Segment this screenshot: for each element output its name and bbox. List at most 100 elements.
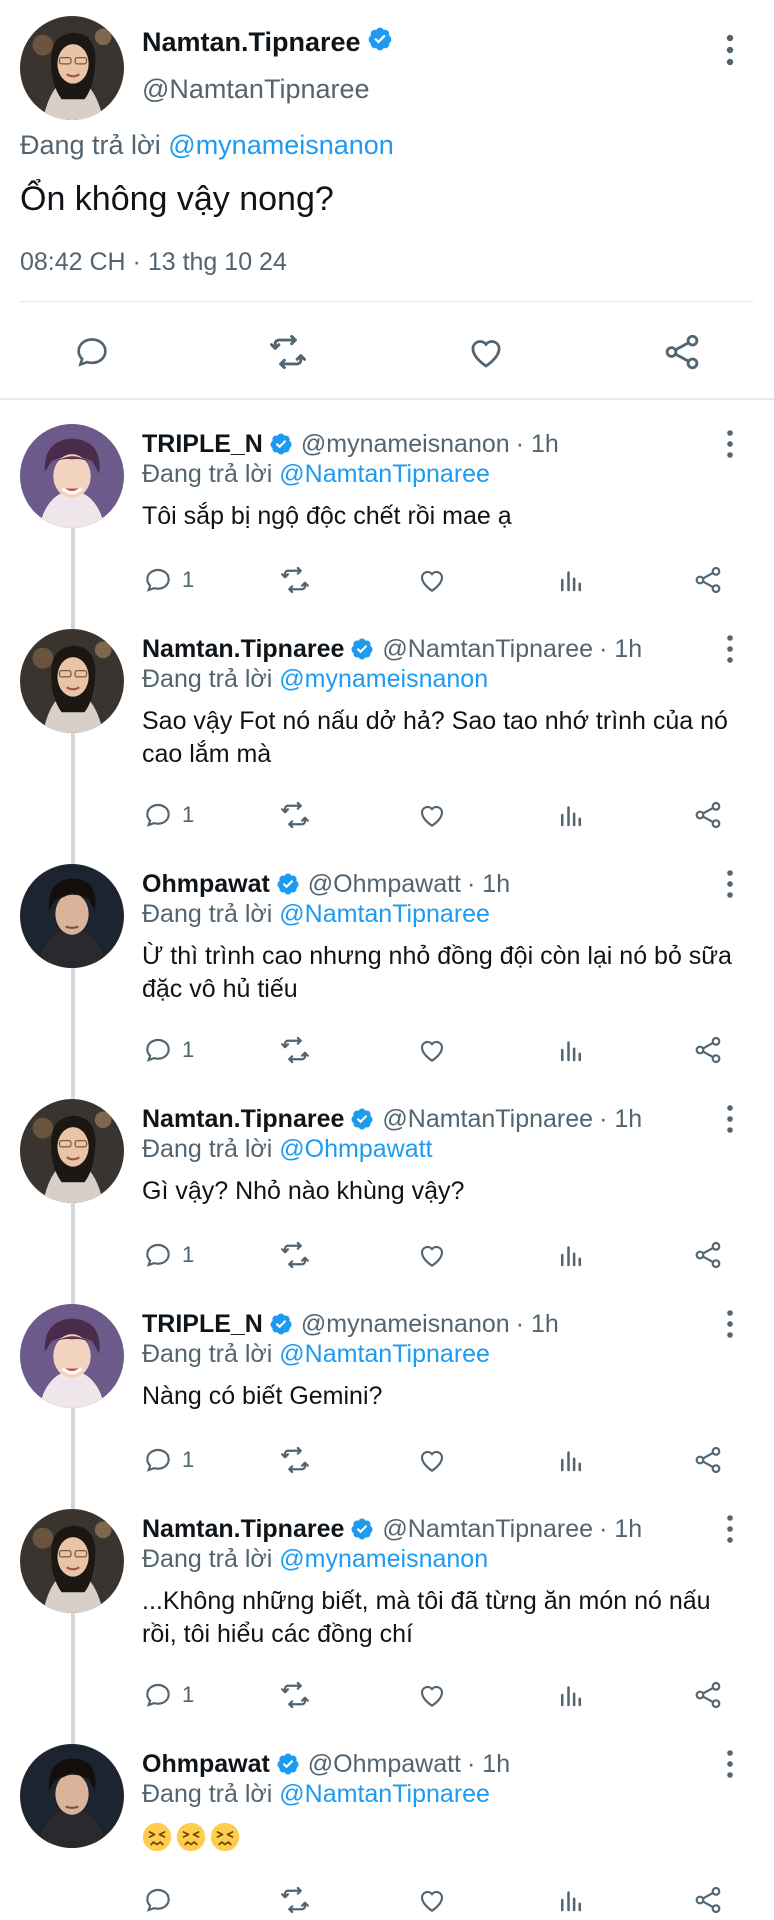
reply-button[interactable] bbox=[142, 1880, 174, 1920]
avatar[interactable] bbox=[20, 16, 124, 120]
retweet-button[interactable] bbox=[278, 1880, 312, 1920]
avatar[interactable] bbox=[20, 1304, 124, 1408]
reply-time[interactable]: · 1h bbox=[516, 430, 559, 459]
share-button[interactable] bbox=[692, 1235, 724, 1275]
reply-icon[interactable] bbox=[70, 330, 114, 374]
like-button[interactable] bbox=[416, 1235, 448, 1275]
share-button[interactable] bbox=[692, 1440, 724, 1480]
tweet-timestamp[interactable]: 08:42 CH · 13 thg 10 24 bbox=[20, 248, 287, 277]
reply-button[interactable]: 1 bbox=[142, 560, 194, 600]
replying-mention-link[interactable]: @mynameisnanon bbox=[279, 1545, 488, 1573]
author-name[interactable]: Namtan.Tipnaree bbox=[142, 1105, 344, 1134]
author-handle[interactable]: @Ohmpawatt bbox=[308, 1750, 461, 1779]
author-name[interactable]: Namtan.Tipnaree bbox=[142, 1515, 344, 1544]
like-button[interactable] bbox=[416, 1675, 448, 1715]
author-handle[interactable]: @NamtanTipnaree bbox=[142, 74, 370, 105]
reply-header: TRIPLE_N @mynameisnanon · 1h bbox=[142, 426, 559, 462]
reply-time[interactable]: · 1h bbox=[599, 1105, 642, 1134]
reply-button[interactable]: 1 bbox=[142, 795, 194, 835]
reply-button[interactable]: 1 bbox=[142, 1235, 194, 1275]
reply-header: Namtan.Tipnaree @NamtanTipnaree · 1h bbox=[142, 631, 642, 667]
tweet-actions: 1 bbox=[0, 1440, 774, 1480]
reply-time[interactable]: · 1h bbox=[599, 1515, 642, 1544]
analytics-button[interactable] bbox=[556, 1030, 586, 1070]
like-button[interactable] bbox=[416, 1030, 448, 1070]
retweet-button[interactable] bbox=[278, 1235, 312, 1275]
more-vertical-icon[interactable] bbox=[720, 426, 740, 462]
more-vertical-icon[interactable] bbox=[720, 631, 740, 667]
analytics-button[interactable] bbox=[556, 560, 586, 600]
author-handle[interactable]: @Ohmpawatt bbox=[308, 870, 461, 899]
share-icon[interactable] bbox=[660, 330, 704, 374]
avatar[interactable] bbox=[20, 864, 124, 968]
replying-mention-link[interactable]: @NamtanTipnaree bbox=[279, 1780, 490, 1808]
avatar[interactable] bbox=[20, 424, 124, 528]
author-handle[interactable]: @NamtanTipnaree bbox=[382, 635, 593, 664]
retweet-button[interactable] bbox=[278, 1440, 312, 1480]
avatar[interactable] bbox=[20, 1509, 124, 1613]
reply-button[interactable]: 1 bbox=[142, 1440, 194, 1480]
avatar[interactable] bbox=[20, 629, 124, 733]
reply-button[interactable]: 1 bbox=[142, 1030, 194, 1070]
more-vertical-icon[interactable] bbox=[720, 866, 740, 902]
analytics-button[interactable] bbox=[556, 1880, 586, 1920]
retweet-button[interactable] bbox=[278, 1030, 312, 1070]
replying-mention-link[interactable]: @NamtanTipnaree bbox=[279, 460, 490, 488]
reply-time[interactable]: · 1h bbox=[599, 635, 642, 664]
avatar[interactable] bbox=[20, 1099, 124, 1203]
share-button[interactable] bbox=[692, 560, 724, 600]
reply-button[interactable]: 1 bbox=[142, 1675, 194, 1715]
author-name[interactable]: TRIPLE_N bbox=[142, 1310, 263, 1339]
more-vertical-icon[interactable] bbox=[720, 1746, 740, 1782]
replying-mention-link[interactable]: @mynameisnanon bbox=[279, 665, 488, 693]
replying-mention-link[interactable]: @mynameisnanon bbox=[168, 130, 394, 160]
retweet-button[interactable] bbox=[278, 795, 312, 835]
retweet-button[interactable] bbox=[278, 560, 312, 600]
author-name[interactable]: Ohmpawat bbox=[142, 870, 270, 899]
author-name[interactable]: Ohmpawat bbox=[142, 1750, 270, 1779]
author-handle[interactable]: @mynameisnanon bbox=[301, 1310, 510, 1339]
retweet-icon[interactable] bbox=[266, 330, 310, 374]
author-handle[interactable]: @mynameisnanon bbox=[301, 430, 510, 459]
author-name[interactable]: Namtan.Tipnaree bbox=[142, 26, 393, 59]
retweet-icon bbox=[278, 1238, 312, 1272]
replying-prefix: Đang trả lời bbox=[142, 900, 273, 928]
author-handle[interactable]: @NamtanTipnaree bbox=[382, 1515, 593, 1544]
share-button[interactable] bbox=[692, 1030, 724, 1070]
replying-prefix: Đang trả lời bbox=[142, 460, 273, 488]
avatar[interactable] bbox=[20, 1744, 124, 1848]
share-button[interactable] bbox=[692, 1675, 724, 1715]
analytics-button[interactable] bbox=[556, 1675, 586, 1715]
reply-count: 1 bbox=[182, 1447, 195, 1472]
like-button[interactable] bbox=[416, 1440, 448, 1480]
more-vertical-icon[interactable] bbox=[720, 1101, 740, 1137]
author-name-text[interactable]: Namtan.Tipnaree bbox=[142, 27, 361, 58]
retweet-icon bbox=[278, 798, 312, 832]
more-vertical-icon[interactable] bbox=[720, 1306, 740, 1342]
reply-time[interactable]: · 1h bbox=[516, 1310, 559, 1339]
author-handle[interactable]: @NamtanTipnaree bbox=[382, 1105, 593, 1134]
reply-icon bbox=[142, 1884, 174, 1916]
replying-mention-link[interactable]: @NamtanTipnaree bbox=[279, 1340, 490, 1368]
replying-mention-link[interactable]: @Ohmpawatt bbox=[279, 1135, 432, 1163]
retweet-button[interactable] bbox=[278, 1675, 312, 1715]
like-button[interactable] bbox=[416, 560, 448, 600]
analytics-button[interactable] bbox=[556, 1235, 586, 1275]
analytics-button[interactable] bbox=[556, 795, 586, 835]
verified-badge-icon bbox=[276, 1752, 300, 1776]
tweet-actions bbox=[0, 320, 774, 380]
share-button[interactable] bbox=[692, 1880, 724, 1920]
analytics-icon bbox=[556, 1240, 586, 1270]
like-button[interactable] bbox=[416, 1880, 448, 1920]
like-icon[interactable] bbox=[464, 330, 508, 374]
reply-time[interactable]: · 1h bbox=[467, 870, 510, 899]
share-button[interactable] bbox=[692, 795, 724, 835]
reply-time[interactable]: · 1h bbox=[467, 1750, 510, 1779]
author-name[interactable]: Namtan.Tipnaree bbox=[142, 635, 344, 664]
like-button[interactable] bbox=[416, 795, 448, 835]
author-name[interactable]: TRIPLE_N bbox=[142, 430, 263, 459]
analytics-button[interactable] bbox=[556, 1440, 586, 1480]
more-vertical-icon[interactable] bbox=[718, 30, 742, 70]
replying-mention-link[interactable]: @NamtanTipnaree bbox=[279, 900, 490, 928]
more-vertical-icon[interactable] bbox=[720, 1511, 740, 1547]
